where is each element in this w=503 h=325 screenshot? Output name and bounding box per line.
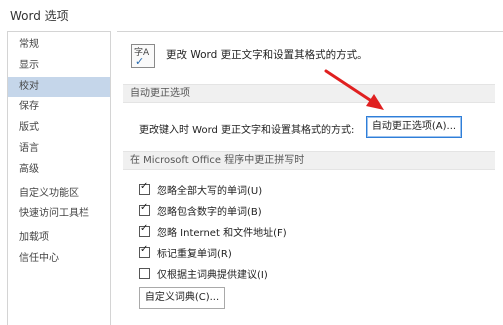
sidebar-item-trust-center[interactable]: 信任中心 [8, 249, 110, 270]
sidebar-item-quick-access-toolbar[interactable]: 快速访问工具栏 [8, 204, 110, 225]
section-header-spelling: 在 Microsoft Office 程序中更正拼写时 [123, 151, 495, 170]
checkmark-icon: ✓ [140, 222, 149, 234]
sidebar-item-general[interactable]: 常规 [8, 35, 110, 56]
option-main-dictionary-only[interactable]: 仅根据主词典提供建议(I) [139, 264, 268, 282]
sidebar-item-proofing[interactable]: 校对 [8, 76, 110, 98]
title-bar: Word 选项 [0, 0, 503, 30]
sidebar-item-save[interactable]: 保存 [8, 97, 110, 118]
custom-dictionaries-button[interactable]: 自定义词典(C)... [139, 287, 225, 309]
page-description: 更改 Word 更正文字和设置其格式的方式。 [166, 49, 368, 61]
option-ignore-numbers[interactable]: ✓ 忽略包含数字的单词(B) [139, 201, 262, 219]
sidebar-item-advanced[interactable]: 高级 [8, 160, 110, 181]
option-ignore-internet-addresses[interactable]: ✓ 忽略 Internet 和文件地址(F) [139, 222, 287, 240]
sidebar-nav: 常规 显示 校对 保存 版式 语言 高级 自定义功能区 快速访问工具栏 加载项 … [7, 31, 111, 325]
option-label: 忽略 Internet 和文件地址(F) [157, 227, 287, 239]
sidebar-item-add-ins[interactable]: 加载项 [8, 228, 110, 249]
section-header-autocorrect: 自动更正选项 [123, 84, 495, 103]
option-ignore-uppercase[interactable]: ✓ 忽略全部大写的单词(U) [139, 180, 262, 198]
checkbox[interactable]: ✓ [139, 222, 150, 237]
sidebar-item-customize-ribbon[interactable]: 自定义功能区 [8, 184, 110, 205]
checkmark-icon: ✓ [140, 180, 149, 192]
option-label: 标记重复单词(R) [157, 248, 232, 260]
sidebar-item-display[interactable]: 显示 [8, 56, 110, 77]
option-label: 忽略全部大写的单词(U) [157, 185, 263, 197]
spelling-abc-check-icon: 字A ✓ [131, 44, 155, 68]
proofing-panel: 字A ✓ 更改 Word 更正文字和设置其格式的方式。 自动更正选项 更改键入时… [117, 31, 503, 325]
autocorrect-options-button[interactable]: 自动更正选项(A)... [366, 116, 462, 138]
checkbox[interactable]: ✓ [139, 180, 150, 195]
checkmark-icon: ✓ [135, 55, 145, 68]
sidebar-item-layout[interactable]: 版式 [8, 118, 110, 139]
option-flag-repeated-words[interactable]: ✓ 标记重复单词(R) [139, 243, 232, 261]
sidebar-item-language[interactable]: 语言 [8, 139, 110, 160]
checkbox[interactable]: ✓ [139, 243, 150, 258]
checkmark-icon: ✓ [140, 201, 149, 213]
checkbox[interactable] [139, 267, 150, 279]
option-label: 仅根据主词典提供建议(I) [157, 269, 268, 281]
checkmark-icon: ✓ [140, 243, 149, 255]
checkbox[interactable]: ✓ [139, 201, 150, 216]
window-title: Word 选项 [10, 9, 69, 23]
option-label: 忽略包含数字的单词(B) [157, 206, 262, 218]
autocorrect-row-label: 更改键入时 Word 更正文字和设置其格式的方式: [139, 125, 355, 136]
